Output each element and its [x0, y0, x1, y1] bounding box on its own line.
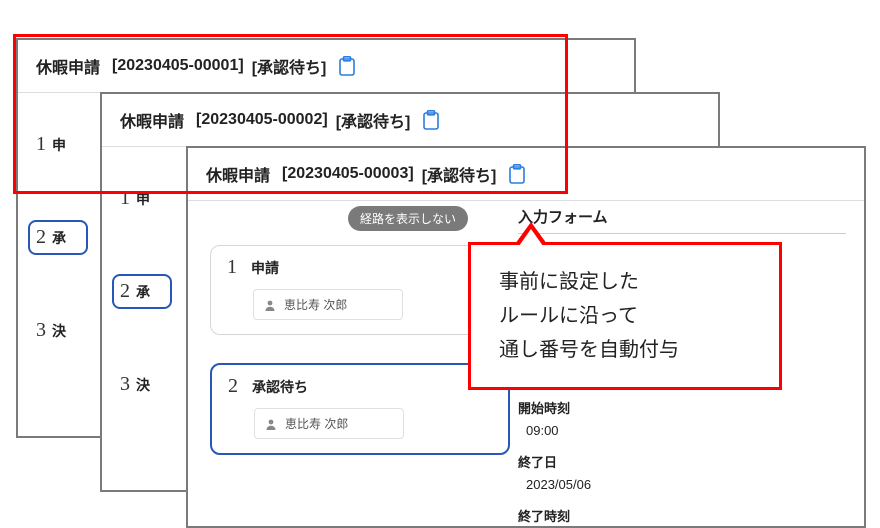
panel-header: 休暇申請 [20230405-00002] [承認待ち]	[102, 94, 718, 147]
user-name: 恵比寿 次郎	[285, 415, 348, 432]
step-user: 恵比寿 次郎	[254, 408, 404, 439]
hide-route-toggle[interactable]: 経路を表示しない	[348, 206, 468, 231]
panel-header: 休暇申請 [20230405-00001] [承認待ち]	[18, 40, 634, 93]
user-name: 恵比寿 次郎	[284, 296, 347, 313]
step-num: 3	[120, 373, 130, 396]
workflow-step-apply[interactable]: 1 申請 恵比寿 次郎	[210, 245, 510, 335]
start-time-label: 開始時刻	[518, 398, 846, 417]
user-icon	[264, 299, 276, 311]
step-num: 2	[120, 280, 130, 303]
step-label: 承	[136, 282, 150, 302]
step-label: 申	[52, 135, 66, 155]
panel-header: 休暇申請 [20230405-00003] [承認待ち]	[188, 148, 864, 201]
annotation-callout: 事前に設定した ルールに沿って 通し番号を自動付与	[468, 242, 782, 390]
workflow-route: 1 申請 恵比寿 次郎 2 承認待ち 恵比寿 次郎	[210, 245, 510, 455]
step-num: 1	[36, 133, 46, 156]
steps-column: 1申 2承 3決	[36, 133, 88, 406]
step-label: 申	[136, 189, 150, 209]
request-number: [20230405-00001]	[112, 57, 244, 75]
request-type: 休暇申請	[206, 162, 270, 186]
step-num: 3	[36, 319, 46, 342]
request-status: [承認待ち]	[252, 54, 327, 78]
request-number: [20230405-00002]	[196, 111, 328, 129]
clipboard-icon[interactable]	[338, 56, 356, 76]
clipboard-icon[interactable]	[422, 110, 440, 130]
step-name: 承認待ち	[252, 377, 308, 397]
steps-column: 1申 2承 3決	[120, 187, 172, 460]
form-heading: 入力フォーム	[518, 206, 846, 234]
step-name: 申請	[251, 258, 279, 278]
step-label: 決	[52, 321, 66, 341]
request-number: [20230405-00003]	[282, 165, 414, 183]
callout-tail-inner	[519, 229, 543, 246]
start-time-value: 09:00	[518, 423, 846, 438]
callout-line: 通し番号を自動付与	[499, 333, 751, 367]
callout-line: 事前に設定した	[499, 265, 751, 299]
request-type: 休暇申請	[36, 54, 100, 78]
clipboard-icon[interactable]	[508, 164, 526, 184]
step-num: 2	[36, 226, 46, 249]
request-status: [承認待ち]	[336, 108, 411, 132]
step-num: 1	[120, 187, 130, 210]
user-icon	[265, 418, 277, 430]
end-time-label: 終了時刻	[518, 506, 846, 525]
end-date-label: 終了日	[518, 452, 846, 471]
request-status: [承認待ち]	[422, 162, 497, 186]
step-user: 恵比寿 次郎	[253, 289, 403, 320]
callout-line: ルールに沿って	[499, 299, 751, 333]
step-label: 決	[136, 375, 150, 395]
end-date-value: 2023/05/06	[518, 477, 846, 492]
step-num: 2	[228, 375, 238, 398]
step-num: 1	[227, 256, 237, 279]
request-type: 休暇申請	[120, 108, 184, 132]
step-label: 承	[52, 228, 66, 248]
workflow-step-pending[interactable]: 2 承認待ち 恵比寿 次郎	[210, 363, 510, 455]
